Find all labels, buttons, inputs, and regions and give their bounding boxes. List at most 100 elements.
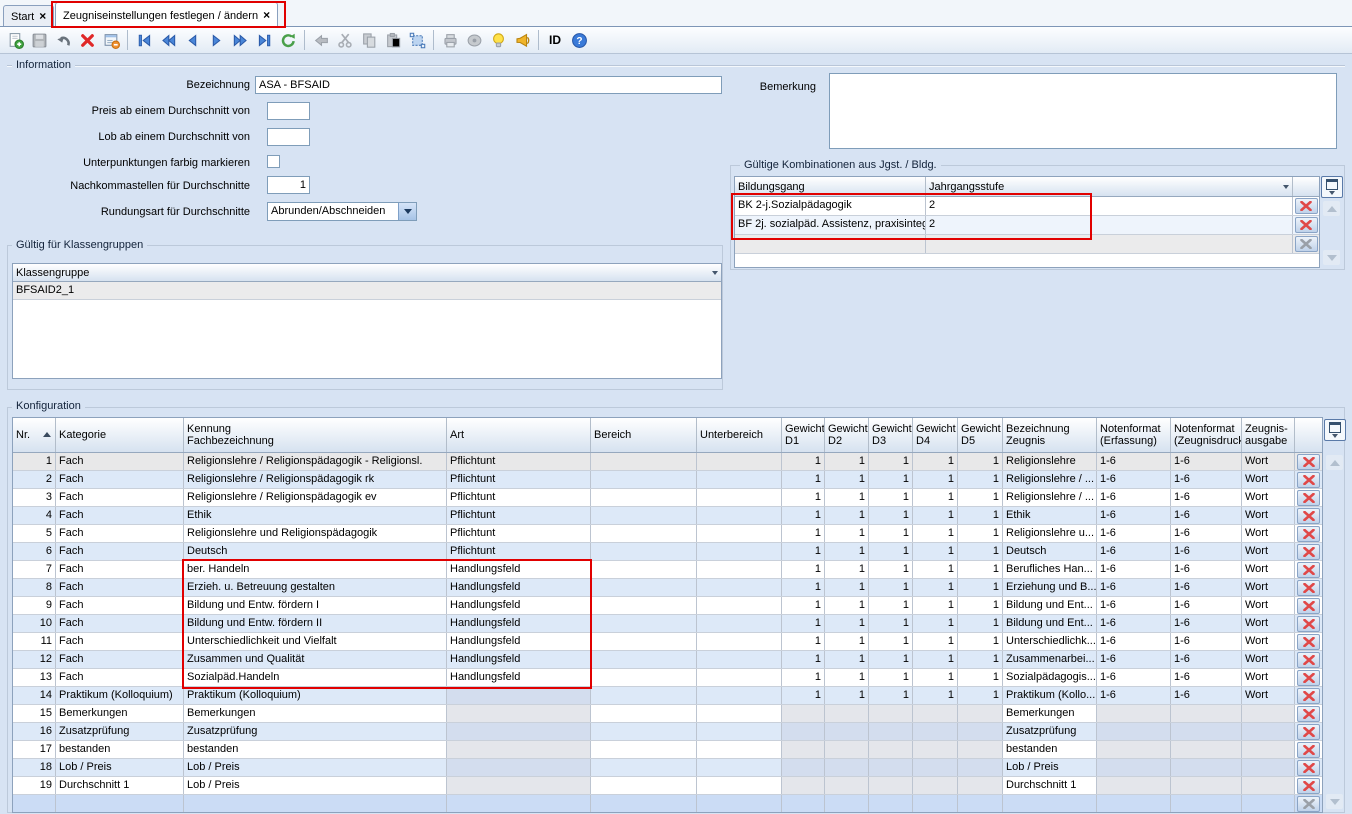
- cell-d1[interactable]: 1: [782, 525, 825, 542]
- cell-d5[interactable]: 1: [958, 597, 1003, 614]
- cell-nfe[interactable]: 1-6: [1097, 579, 1171, 596]
- cell-bereich[interactable]: [591, 561, 697, 578]
- cell-d5[interactable]: 1: [958, 525, 1003, 542]
- cell-nfe[interactable]: 1-6: [1097, 471, 1171, 488]
- cell-nfz[interactable]: 1-6: [1171, 597, 1242, 614]
- cell-bereich[interactable]: [591, 507, 697, 524]
- cell-unterbereich[interactable]: [697, 777, 782, 794]
- cell-kennung[interactable]: Religionslehre / Religionspädagogik rk: [184, 471, 447, 488]
- cell-d5[interactable]: 1: [958, 543, 1003, 560]
- delete-row-button[interactable]: [1297, 526, 1320, 542]
- cell-bez[interactable]: Religionslehre u...: [1003, 525, 1097, 542]
- cell-d3[interactable]: 1: [869, 669, 913, 686]
- cell-nfe[interactable]: 1-6: [1097, 489, 1171, 506]
- cell-d3[interactable]: 1: [869, 597, 913, 614]
- cell-d3[interactable]: 1: [869, 471, 913, 488]
- cell-unterbereich[interactable]: [697, 669, 782, 686]
- cell-d4[interactable]: 1: [913, 489, 958, 506]
- delete-row-button[interactable]: [1295, 217, 1318, 233]
- cell-nfe[interactable]: 1-6: [1097, 669, 1171, 686]
- column-header-d3[interactable]: GewichtD3: [869, 418, 913, 452]
- delete-row-button[interactable]: [1297, 778, 1320, 794]
- cell-nfz[interactable]: 1-6: [1171, 489, 1242, 506]
- cell-d1[interactable]: 1: [782, 669, 825, 686]
- column-chooser-button[interactable]: [1324, 419, 1346, 441]
- cell-unterbereich[interactable]: [697, 741, 782, 758]
- cell-d3[interactable]: 1: [869, 525, 913, 542]
- cell-d2[interactable]: 1: [825, 615, 869, 632]
- cell-unterbereich[interactable]: [697, 633, 782, 650]
- cell-nfz[interactable]: 1-6: [1171, 615, 1242, 632]
- cell-nr[interactable]: 8: [13, 579, 56, 596]
- cell-kennung[interactable]: Unterschiedlichkeit und Vielfalt: [184, 633, 447, 650]
- cell-kategorie[interactable]: Fach: [56, 471, 184, 488]
- cell-kategorie[interactable]: Fach: [56, 543, 184, 560]
- cell-d5[interactable]: 1: [958, 489, 1003, 506]
- nav-fast-back-button[interactable]: [157, 29, 179, 51]
- cell-d2[interactable]: 1: [825, 633, 869, 650]
- cell-ausgabe[interactable]: Wort: [1242, 669, 1295, 686]
- scroll-up-button[interactable]: [1326, 455, 1343, 470]
- cell-art[interactable]: Pflichtunt: [447, 471, 591, 488]
- cell-nr[interactable]: 2: [13, 471, 56, 488]
- cell-d5[interactable]: 1: [958, 687, 1003, 704]
- cell-ausgabe[interactable]: Wort: [1242, 615, 1295, 632]
- cell-nr[interactable]: 13: [13, 669, 56, 686]
- cell-bereich[interactable]: [591, 453, 697, 470]
- cell-bereich[interactable]: [591, 543, 697, 560]
- tab-start[interactable]: Start×: [3, 5, 54, 26]
- cell-ausgabe[interactable]: Wort: [1242, 471, 1295, 488]
- cell-nfe[interactable]: 1-6: [1097, 633, 1171, 650]
- delete-row-button[interactable]: [1297, 544, 1320, 560]
- cell-d3[interactable]: 1: [869, 507, 913, 524]
- cell-bez[interactable]: Religionslehre: [1003, 453, 1097, 470]
- delete-row-button[interactable]: [1297, 508, 1320, 524]
- cell-art[interactable]: Handlungsfeld: [447, 561, 591, 578]
- cell-d3[interactable]: 1: [869, 453, 913, 470]
- delete-row-button[interactable]: [1297, 724, 1320, 740]
- cell-bereich[interactable]: [591, 759, 697, 776]
- cell-kennung[interactable]: Religionslehre und Religionspädagogik: [184, 525, 447, 542]
- cell-bereich[interactable]: [591, 741, 697, 758]
- selection-button[interactable]: [406, 29, 428, 51]
- undo-button[interactable]: [52, 29, 74, 51]
- cell-kategorie[interactable]: Fach: [56, 579, 184, 596]
- cell-bildungsgang[interactable]: [735, 235, 926, 253]
- cell-kategorie[interactable]: Praktikum (Kolloquium): [56, 687, 184, 704]
- cell-bereich[interactable]: [591, 687, 697, 704]
- cell-d1[interactable]: 1: [782, 651, 825, 668]
- cell-nfz[interactable]: 1-6: [1171, 633, 1242, 650]
- cell-nfe[interactable]: 1-6: [1097, 543, 1171, 560]
- cell-d5[interactable]: 1: [958, 561, 1003, 578]
- cell-d5[interactable]: 1: [958, 651, 1003, 668]
- cell-d4[interactable]: 1: [913, 579, 958, 596]
- column-chooser-button[interactable]: [1321, 176, 1343, 198]
- cell-d3[interactable]: 1: [869, 543, 913, 560]
- cell-kennung[interactable]: Sozialpäd.Handeln: [184, 669, 447, 686]
- cell-d3[interactable]: 1: [869, 561, 913, 578]
- cell-ausgabe[interactable]: Wort: [1242, 489, 1295, 506]
- cell-d4[interactable]: 1: [913, 543, 958, 560]
- cell-nr[interactable]: 18: [13, 759, 56, 776]
- delete-row-button[interactable]: [1297, 670, 1320, 686]
- cell-bereich[interactable]: [591, 705, 697, 722]
- cell-bez[interactable]: Ethik: [1003, 507, 1097, 524]
- cell-d2[interactable]: 1: [825, 471, 869, 488]
- notification-button[interactable]: [511, 29, 533, 51]
- delete-row-button[interactable]: [1297, 598, 1320, 614]
- cell-d3[interactable]: 1: [869, 651, 913, 668]
- column-header-nfe[interactable]: Notenformat(Erfassung): [1097, 418, 1171, 452]
- cell-unterbereich[interactable]: [697, 723, 782, 740]
- cell-d2[interactable]: 1: [825, 489, 869, 506]
- cell-d1[interactable]: 1: [782, 597, 825, 614]
- delete-row-button[interactable]: [1297, 688, 1320, 704]
- column-header-d5[interactable]: GewichtD5: [958, 418, 1003, 452]
- tab-close-icon[interactable]: ×: [39, 9, 46, 23]
- cell-kennung[interactable]: Ethik: [184, 507, 447, 524]
- cell-art[interactable]: Handlungsfeld: [447, 633, 591, 650]
- cell-nfe[interactable]: 1-6: [1097, 651, 1171, 668]
- cell-bereich[interactable]: [591, 633, 697, 650]
- cell-unterbereich[interactable]: [697, 597, 782, 614]
- cell-kennung[interactable]: ber. Handeln: [184, 561, 447, 578]
- cell-kennung[interactable]: Bildung und Entw. fördern II: [184, 615, 447, 632]
